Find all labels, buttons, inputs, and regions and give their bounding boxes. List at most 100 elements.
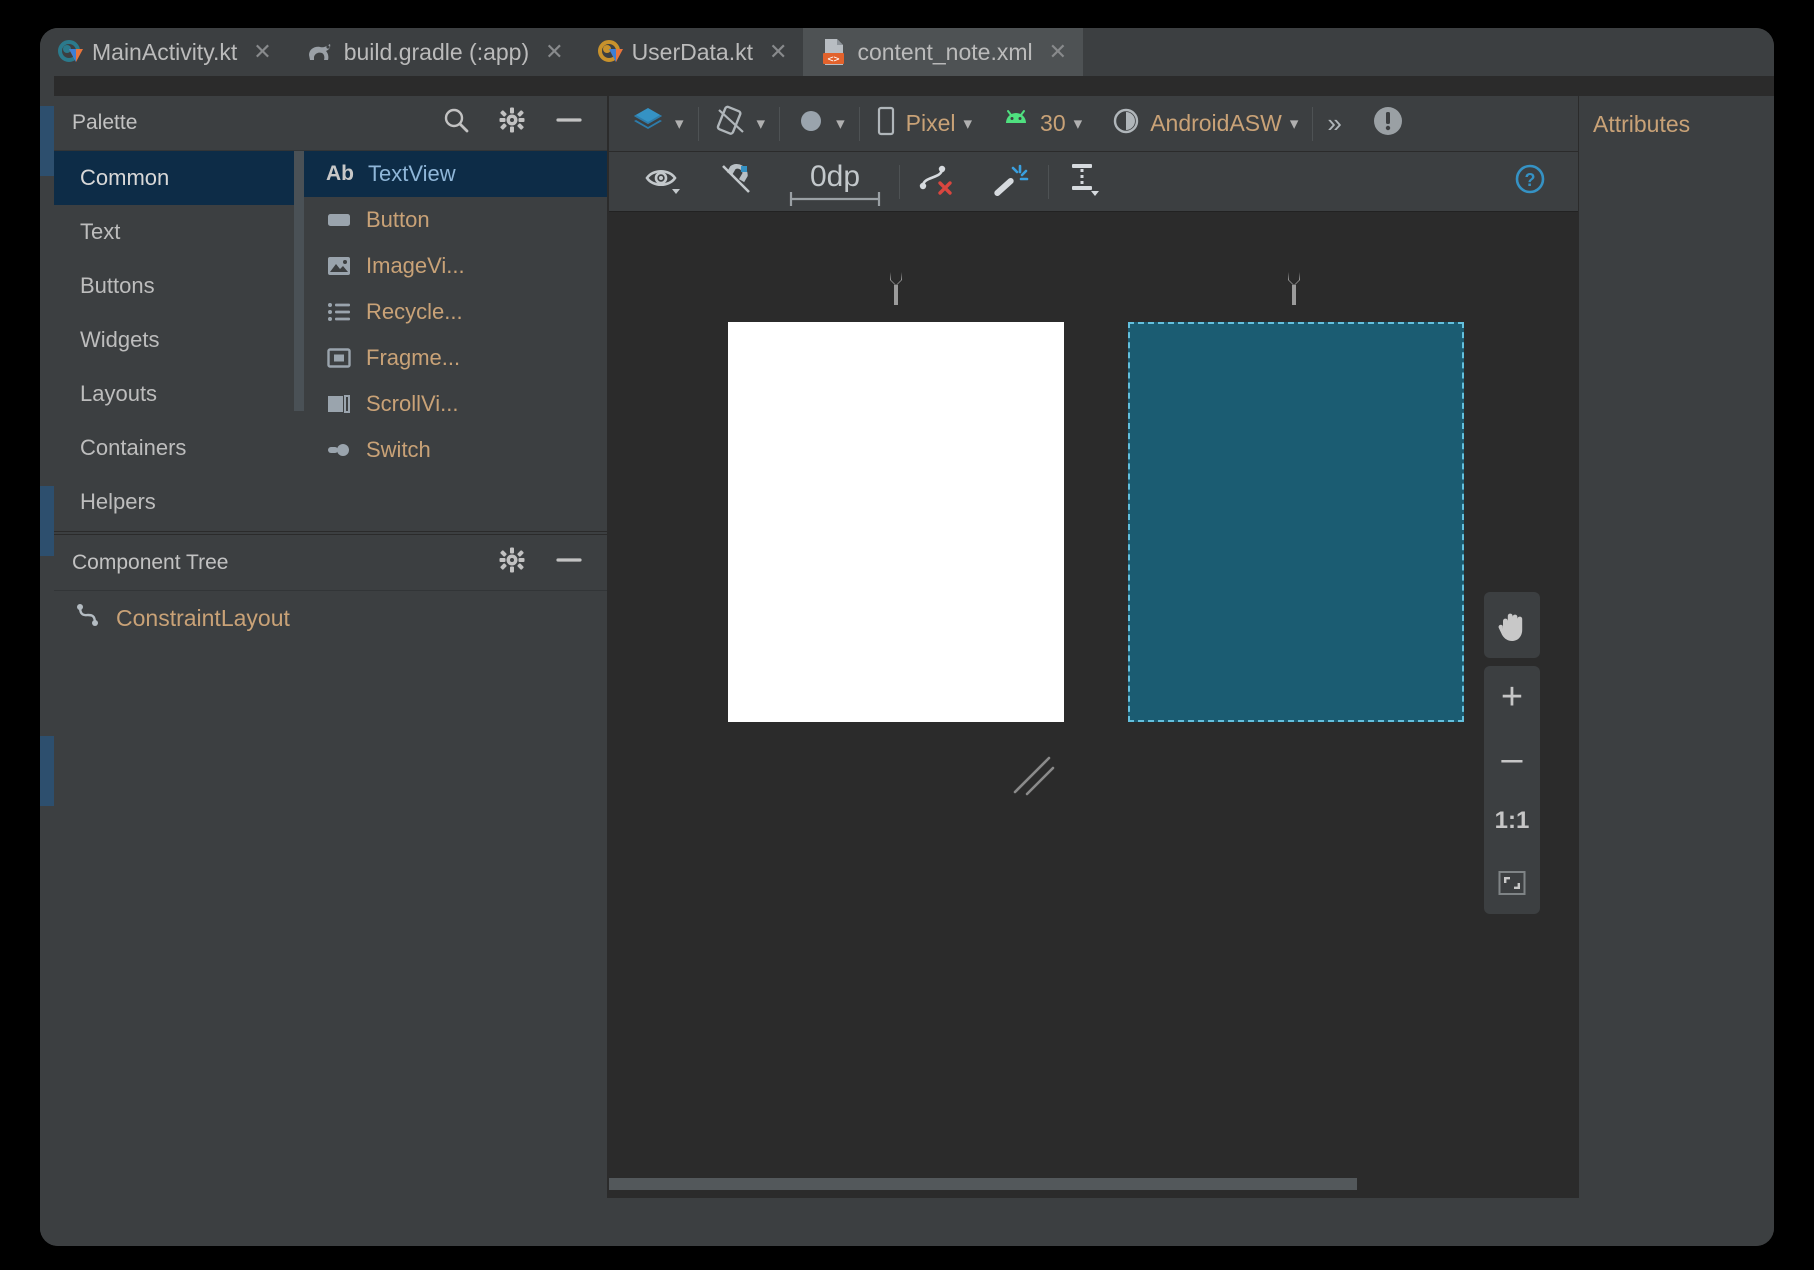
clear-constraints-button[interactable] — [900, 152, 974, 212]
help-question-icon: ? — [1512, 161, 1548, 202]
minimize-icon[interactable] — [553, 545, 585, 581]
editor-tab-label: content_note.xml — [857, 38, 1033, 65]
palette-item-fragment[interactable]: Fragme... — [304, 335, 607, 381]
palette-title: Palette — [72, 111, 138, 134]
palette-item-label: Recycle... — [366, 299, 463, 324]
scrollbar-thumb[interactable] — [294, 151, 304, 411]
editor-tab-mainactivity[interactable]: MainActivity.kt ✕ — [40, 28, 288, 76]
close-icon[interactable]: ✕ — [1049, 41, 1067, 63]
palette-item-label: Fragme... — [366, 345, 461, 370]
palette-category-widgets[interactable]: Widgets — [54, 313, 304, 367]
palette-and-tree-panel: Palette Common Text Buttons Widgets Layo… — [54, 96, 608, 1198]
editor-tab-label: UserData.kt — [631, 38, 753, 65]
palette-item-recyclerview[interactable]: Recycle... — [304, 289, 607, 335]
blueprint-render-surface[interactable] — [1128, 322, 1464, 722]
palette-item-switch[interactable]: Switch — [304, 427, 607, 473]
gear-icon[interactable] — [497, 545, 527, 581]
scrollbar-thumb[interactable] — [609, 1178, 1357, 1190]
resize-handle-icon[interactable] — [1009, 752, 1061, 798]
actual-size-label: 1:1 — [1494, 807, 1530, 834]
device-selector[interactable]: Pixel ▾ — [860, 96, 986, 152]
minimize-icon[interactable] — [553, 105, 585, 141]
editor-tab-buildgradle[interactable]: build.gradle (:app) ✕ — [287, 28, 580, 76]
attributes-title: Attributes — [1593, 110, 1691, 137]
palette-item-textview[interactable]: Ab TextView — [304, 151, 607, 197]
android-xml-layout-icon: <> — [821, 38, 847, 66]
api-level-label: 30 — [1040, 110, 1066, 136]
zoom-to-fit-button[interactable] — [1484, 852, 1540, 914]
android-robot-icon — [1000, 109, 1032, 139]
render-settings-wrench-icon[interactable] — [1281, 270, 1307, 305]
device-label: Pixel — [905, 110, 956, 136]
default-margin-button[interactable]: 0dp — [771, 152, 899, 212]
close-icon[interactable]: ✕ — [253, 41, 271, 63]
render-settings-wrench-icon[interactable] — [883, 270, 909, 305]
design-mode-button[interactable]: ▾ — [615, 96, 698, 152]
component-tree-title: Component Tree — [72, 550, 229, 574]
switch-icon — [326, 437, 352, 463]
gradle-file-icon — [306, 41, 334, 63]
category-label: Helpers — [80, 489, 156, 514]
theme-label: AndroidASW — [1150, 110, 1282, 136]
api-level-selector[interactable]: 30 ▾ — [986, 96, 1096, 152]
autoconnect-button[interactable] — [701, 152, 771, 212]
theme-selector[interactable]: AndroidASW ▾ — [1096, 96, 1312, 152]
canvas-horizontal-scrollbar[interactable] — [609, 1178, 1578, 1190]
palette-category-common[interactable]: Common — [54, 151, 304, 205]
design-toolbar: ▾ ▾ ▾ Pixel ▾ 30 ▾ AndroidASW ▾ » — [609, 96, 1578, 152]
palette-category-scrollbar[interactable] — [294, 151, 304, 531]
palette-category-buttons[interactable]: Buttons — [54, 259, 304, 313]
editor-body: Palette Common Text Buttons Widgets Layo… — [40, 76, 1774, 1246]
ui-mode-button[interactable]: ▾ — [780, 96, 859, 152]
recyclerview-list-icon — [326, 299, 352, 325]
close-icon[interactable]: ✕ — [545, 41, 563, 63]
editor-tab-bar: MainActivity.kt ✕ build.gradle (:app) ✕ … — [40, 28, 1774, 76]
magic-wand-infer-constraints-icon — [990, 162, 1032, 201]
attributes-panel: Attributes — [1578, 96, 1774, 1198]
palette-item-label: ScrollVi... — [366, 391, 459, 416]
show-constraints-button[interactable] — [627, 152, 701, 212]
editor-left-gutter — [40, 76, 54, 1246]
editor-tab-contentnote[interactable]: <> content_note.xml ✕ — [803, 28, 1084, 76]
infer-constraints-button[interactable] — [974, 152, 1048, 212]
palette-category-containers[interactable]: Containers — [54, 421, 304, 475]
palette-category-text[interactable]: Text — [54, 205, 304, 259]
toolbar-overflow-button[interactable]: » — [1313, 96, 1355, 152]
palette-item-imageview[interactable]: ImageVi... — [304, 243, 607, 289]
pan-hand-icon — [1498, 613, 1523, 641]
zoom-in-label: + — [1500, 676, 1524, 718]
gear-icon[interactable] — [497, 105, 527, 141]
ui-mode-night-icon — [794, 104, 828, 144]
editor-tab-userdata[interactable]: UserData.kt ✕ — [579, 28, 804, 76]
palette-category-layouts[interactable]: Layouts — [54, 367, 304, 421]
pan-tool-button[interactable] — [1484, 592, 1540, 658]
android-studio-editor-window: MainActivity.kt ✕ build.gradle (:app) ✕ … — [40, 28, 1774, 1246]
palette-item-button[interactable]: Button — [304, 197, 607, 243]
zoom-out-button[interactable]: – — [1484, 728, 1540, 790]
scrollview-icon — [326, 391, 352, 417]
design-canvas[interactable]: + – 1:1 — [609, 212, 1578, 1198]
guidelines-button[interactable] — [1049, 152, 1119, 212]
zoom-controls-panel: + – 1:1 — [1484, 592, 1540, 914]
button-icon — [326, 207, 352, 233]
device-render-surface[interactable] — [728, 322, 1064, 722]
chevron-down-icon: ▾ — [1073, 113, 1083, 133]
warning-issues-icon — [1370, 103, 1406, 145]
search-icon[interactable] — [441, 105, 471, 141]
category-label: Layouts — [80, 381, 158, 406]
issues-button[interactable] — [1356, 96, 1420, 152]
palette-header: Palette — [54, 96, 607, 150]
tree-node-constraintlayout[interactable]: ConstraintLayout — [54, 591, 607, 645]
chevron-down-icon: ▾ — [963, 113, 973, 133]
palette-item-list: Ab TextView Button ImageVi... Recycle...… — [304, 151, 607, 531]
help-button[interactable]: ? — [1496, 152, 1578, 212]
zoom-in-button[interactable]: + — [1484, 666, 1540, 728]
clear-all-constraints-icon — [916, 162, 958, 201]
palette-item-scrollview[interactable]: ScrollVi... — [304, 381, 607, 427]
attributes-header[interactable]: Attributes — [1579, 96, 1774, 152]
palette-category-helpers[interactable]: Helpers — [54, 475, 304, 529]
orientation-button[interactable]: ▾ — [699, 96, 780, 152]
actual-size-button[interactable]: 1:1 — [1484, 790, 1540, 852]
palette-item-label: Button — [366, 207, 430, 232]
close-icon[interactable]: ✕ — [769, 41, 787, 63]
